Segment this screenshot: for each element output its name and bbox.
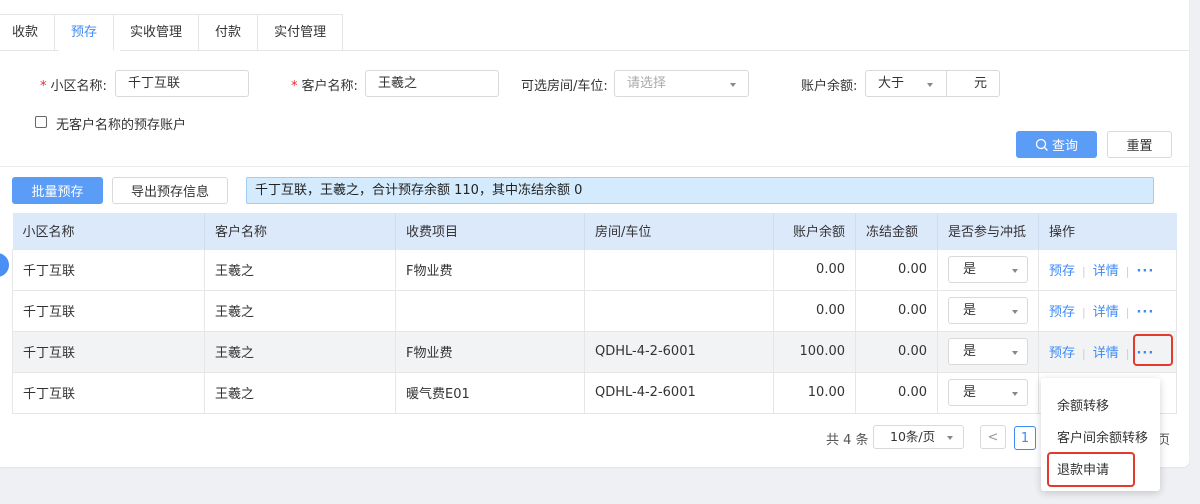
summary-banner: 千丁互联，王羲之，合计预存余额 110，其中冻结余额 0	[246, 177, 1154, 204]
chevron-down-icon	[1012, 269, 1018, 273]
cell-item: F物业费	[395, 248, 585, 291]
col-community: 小区名称	[12, 213, 205, 249]
offset-select[interactable]: 是	[948, 256, 1028, 283]
no-name-checkbox[interactable]	[35, 116, 47, 128]
cell-balance: 0.00	[773, 248, 856, 291]
cell-item: 暖气费E01	[395, 371, 585, 414]
cell-customer: 王羲之	[204, 248, 396, 291]
tabs-divider	[0, 50, 1189, 51]
cell-offset: 是	[937, 248, 1039, 291]
cell-customer: 王羲之	[204, 330, 396, 373]
cell-community: 千丁互联	[12, 289, 205, 332]
chevron-down-icon	[947, 436, 953, 440]
reset-button[interactable]: 重置	[1107, 131, 1172, 158]
active-tab-gap	[59, 50, 120, 51]
col-room: 房间/车位	[584, 213, 774, 249]
more-highlight-box	[1133, 334, 1173, 366]
cell-customer: 王羲之	[204, 371, 396, 414]
col-actions: 操作	[1038, 213, 1177, 249]
balance-amount-input[interactable]: 元	[946, 70, 1000, 97]
community-input[interactable]: 千丁互联	[115, 70, 249, 97]
section-divider	[0, 166, 1189, 167]
tab-receipt[interactable]: 收款	[0, 14, 56, 51]
offset-select[interactable]: 是	[948, 379, 1028, 406]
menu-item-balance-transfer[interactable]: 余额转移	[1057, 395, 1109, 414]
prestore-link[interactable]: 预存	[1049, 346, 1075, 361]
chevron-down-icon	[730, 83, 736, 87]
export-prestore-button[interactable]: 导出预存信息	[112, 177, 228, 204]
batch-prestore-button[interactable]: 批量预存	[12, 177, 103, 204]
refund-highlight-box	[1047, 452, 1135, 487]
cell-room	[584, 289, 774, 332]
cell-frozen: 0.00	[855, 371, 938, 414]
cell-offset: 是	[937, 371, 1039, 414]
search-icon	[1035, 138, 1048, 151]
cell-actions: 预存 | 详情 | ···	[1038, 248, 1177, 291]
cell-community: 千丁互联	[12, 248, 205, 291]
cell-community: 千丁互联	[12, 371, 205, 414]
cell-community: 千丁互联	[12, 330, 205, 373]
table-row: 千丁互联 王羲之 暖气费E01 QDHL-4-2-6001 10.00 0.00…	[12, 371, 1177, 414]
chevron-down-icon	[1012, 351, 1018, 355]
table-row: 千丁互联 王羲之 F物业费 QDHL-4-2-6001 100.00 0.00 …	[12, 330, 1177, 373]
main-panel: 收款 预存 实收管理 付款 实付管理 * 小区名称: 千丁互联 * 客户名称: 王羲…	[0, 0, 1189, 467]
customer-label: * 客户名称:	[291, 79, 358, 94]
col-offset: 是否参与冲抵	[937, 213, 1039, 249]
tab-payment[interactable]: 付款	[199, 14, 259, 51]
prestore-table: 小区名称 客户名称 收费项目 房间/车位 账户余额 冻结金额 是否参与冲抵 操作…	[12, 213, 1177, 414]
cell-balance: 0.00	[773, 289, 856, 332]
table-row: 千丁互联 王羲之 0.00 0.00 是 预存 | 详情 | ···	[12, 289, 1177, 332]
room-select[interactable]: 请选择	[614, 70, 749, 97]
tab-actual-receipt[interactable]: 实收管理	[114, 14, 200, 51]
cell-frozen: 0.00	[855, 289, 938, 332]
prestore-link[interactable]: 预存	[1049, 305, 1075, 320]
cell-item: F物业费	[395, 330, 585, 373]
page-size-select[interactable]: 10条/页	[873, 425, 964, 449]
col-customer: 客户名称	[204, 213, 396, 249]
detail-link[interactable]: 详情	[1093, 346, 1119, 361]
col-frozen: 冻结金额	[855, 213, 938, 249]
detail-link[interactable]: 详情	[1093, 264, 1119, 279]
cell-balance: 100.00	[773, 330, 856, 373]
chevron-down-icon	[1012, 310, 1018, 314]
col-balance: 账户余额	[773, 213, 856, 249]
pager-total: 共 4 条	[826, 433, 869, 448]
more-icon[interactable]: ···	[1136, 305, 1154, 320]
chevron-down-icon	[927, 83, 933, 87]
query-button[interactable]: 查询	[1016, 131, 1097, 158]
cell-balance: 10.00	[773, 371, 856, 414]
cell-room: QDHL-4-2-6001	[584, 330, 774, 373]
customer-input[interactable]: 王羲之	[365, 70, 499, 97]
cell-room	[584, 248, 774, 291]
cell-customer: 王羲之	[204, 289, 396, 332]
cell-offset: 是	[937, 289, 1039, 332]
menu-item-customer-transfer[interactable]: 客户间余额转移	[1057, 427, 1148, 446]
table-row: 千丁互联 王羲之 F物业费 0.00 0.00 是 预存 | 详情 | ···	[12, 248, 1177, 291]
offset-select[interactable]: 是	[948, 338, 1028, 365]
chevron-down-icon	[1012, 392, 1018, 396]
prestore-link[interactable]: 预存	[1049, 264, 1075, 279]
page-1-button[interactable]: 1	[1014, 426, 1036, 450]
balance-label: 账户余额:	[801, 79, 858, 94]
offset-select[interactable]: 是	[948, 297, 1028, 324]
tab-actual-payment[interactable]: 实付管理	[258, 14, 344, 51]
tab-bar: 收款 预存 实收管理 付款 实付管理	[0, 14, 344, 51]
community-label: * 小区名称:	[40, 79, 107, 94]
cell-actions: 预存 | 详情 | ···	[1038, 289, 1177, 332]
room-label: 可选房间/车位:	[521, 79, 608, 94]
more-icon[interactable]: ···	[1136, 264, 1154, 279]
cell-room: QDHL-4-2-6001	[584, 371, 774, 414]
col-item: 收费项目	[395, 213, 585, 249]
prev-page-button[interactable]: <	[980, 425, 1006, 449]
cell-frozen: 0.00	[855, 330, 938, 373]
cell-frozen: 0.00	[855, 248, 938, 291]
detail-link[interactable]: 详情	[1093, 305, 1119, 320]
table-header-row: 小区名称 客户名称 收费项目 房间/车位 账户余额 冻结金额 是否参与冲抵 操作	[12, 213, 1177, 249]
tab-prestore[interactable]: 预存	[55, 14, 115, 51]
no-name-checkbox-label: 无客户名称的预存账户	[56, 118, 187, 133]
balance-operator-select[interactable]: 大于	[865, 70, 947, 97]
cell-item	[395, 289, 585, 332]
cell-offset: 是	[937, 330, 1039, 373]
